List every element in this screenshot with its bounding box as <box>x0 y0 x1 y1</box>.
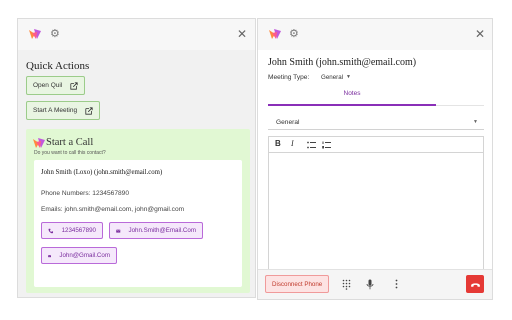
gear-icon[interactable]: ⚙ <box>50 29 60 40</box>
mail-icon <box>48 254 52 257</box>
call-controls-bar: Disconnect Phone <box>258 269 492 299</box>
disconnect-phone-button[interactable]: Disconnect Phone <box>265 275 330 293</box>
meeting-type-select[interactable]: General <box>321 74 343 81</box>
start-call-subtitle: Do you want to call this contact? <box>34 150 106 156</box>
start-meeting-button[interactable]: Start A Meeting <box>26 101 101 120</box>
bold-button[interactable]: B <box>275 139 281 148</box>
microphone-icon[interactable] <box>362 276 378 292</box>
email-button-2[interactable]: John@Gmail.Com <box>41 247 117 264</box>
email-button-1[interactable]: John.Smith@Email.Com <box>109 222 203 239</box>
editor-toolbar: B I <box>269 137 483 153</box>
chevron-down-icon: ▼ <box>473 119 478 125</box>
quick-actions-panel: ⚙ ✕ Quick Actions Open Quil Start A Meet… <box>17 18 256 298</box>
chevron-down-icon[interactable]: ▼ <box>346 74 351 80</box>
italic-button[interactable]: I <box>291 139 294 148</box>
contact-card: John Smith (Loxo) (john.smith@email.com)… <box>34 160 242 287</box>
phone-numbers-line: Phone Numbers: 1234567890 <box>41 190 129 197</box>
mail-icon <box>116 228 121 233</box>
logo-icon <box>33 138 45 148</box>
hangup-icon <box>470 282 480 287</box>
numbered-list-icon[interactable] <box>322 141 331 149</box>
bullet-list-icon[interactable] <box>307 141 316 149</box>
gear-icon[interactable]: ⚙ <box>289 29 299 40</box>
notes-category-select[interactable]: General ▼ <box>268 116 484 130</box>
close-icon[interactable]: ✕ <box>237 28 247 40</box>
contact-title: John Smith (john.smith@email.com) <box>268 57 417 68</box>
phone-button-label: 1234567890 <box>61 227 96 234</box>
email-button-1-label: John.Smith@Email.Com <box>128 227 197 234</box>
tab-notes-indicator <box>268 104 436 106</box>
open-quil-button[interactable]: Open Quil <box>26 76 86 95</box>
phone-icon <box>48 228 54 233</box>
start-call-title: Start a Call <box>46 137 94 148</box>
start-call-section: Start a Call Do you want to call this co… <box>26 129 250 293</box>
email-button-2-label: John@Gmail.Com <box>59 252 110 259</box>
call-notes-panel: ⚙ ✕ John Smith (john.smith@email.com) Me… <box>257 18 493 300</box>
left-panel-header: ⚙ ✕ <box>18 19 255 50</box>
dialpad-icon[interactable] <box>338 276 354 292</box>
logo-icon <box>29 29 41 39</box>
quick-actions-title: Quick Actions <box>26 60 90 72</box>
open-quil-label: Open Quil <box>33 82 63 89</box>
tab-divider <box>436 105 484 106</box>
hangup-button[interactable] <box>466 275 484 293</box>
contact-name: John Smith (Loxo) (john.smith@email.com) <box>41 169 163 176</box>
notes-category-value: General <box>276 119 300 126</box>
notes-editor[interactable]: B I <box>268 136 484 270</box>
close-icon[interactable]: ✕ <box>475 28 485 40</box>
logo-icon <box>269 29 281 39</box>
right-panel-header: ⚙ ✕ <box>258 19 492 50</box>
external-link-icon <box>70 81 78 90</box>
more-vert-icon[interactable] <box>388 276 404 292</box>
external-link-icon <box>85 106 93 115</box>
start-meeting-label: Start A Meeting <box>33 107 78 114</box>
meeting-type-label: Meeting Type: <box>268 74 310 81</box>
call-phone-button[interactable]: 1234567890 <box>41 222 103 239</box>
emails-line: Emails: john.smith@email.com, john@gmail… <box>41 206 185 213</box>
